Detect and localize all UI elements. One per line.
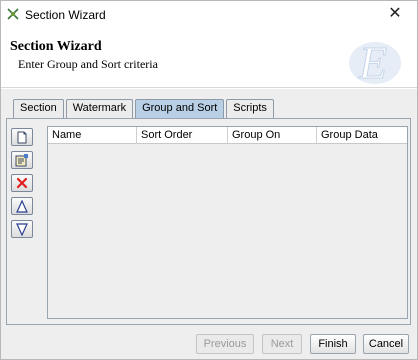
wizard-subtitle: Enter Group and Sort criteria — [18, 57, 158, 71]
tab-watermark[interactable]: Watermark — [65, 99, 134, 118]
wizard-header: Section Wizard Enter Group and Sort crit… — [1, 30, 417, 89]
move-down-button[interactable] — [11, 220, 33, 238]
move-up-button[interactable] — [11, 197, 33, 215]
column-header-group-data[interactable]: Group Data — [317, 127, 407, 144]
wizard-title: Section Wizard — [10, 39, 102, 54]
column-header-sort-order[interactable]: Sort Order — [137, 127, 228, 144]
column-header-group-on[interactable]: Group On — [228, 127, 317, 144]
tab-section[interactable]: Section — [13, 99, 64, 118]
new-item-button[interactable] — [11, 128, 33, 146]
column-header-name[interactable]: Name — [48, 127, 137, 144]
tab-bar: Section Watermark Group and Sort Scripts — [13, 99, 276, 118]
move-down-icon — [16, 222, 28, 236]
delete-button[interactable] — [11, 174, 33, 192]
finish-button[interactable]: Finish — [310, 334, 356, 354]
title-bar: Section Wizard ✕ — [1, 1, 417, 29]
section-wizard-window: Section Wizard ✕ Section Wizard Enter Gr… — [0, 0, 418, 360]
table-header: Name Sort Order Group On Group Data — [48, 127, 407, 144]
wizard-body: Section Watermark Group and Sort Scripts — [1, 89, 417, 359]
next-button[interactable]: Next — [262, 334, 302, 354]
delete-icon — [16, 177, 28, 189]
group-sort-table[interactable]: Name Sort Order Group On Group Data — [47, 126, 408, 319]
wizard-logo-letter: E — [358, 37, 387, 88]
properties-button[interactable] — [11, 151, 33, 169]
window-title: Section Wizard — [25, 8, 106, 22]
previous-button[interactable]: Previous — [196, 334, 254, 354]
close-button[interactable]: ✕ — [373, 1, 417, 29]
new-icon — [16, 131, 28, 144]
properties-icon — [15, 153, 29, 167]
cancel-button[interactable]: Cancel — [363, 334, 409, 354]
move-up-icon — [16, 199, 28, 213]
app-icon — [7, 8, 19, 20]
tab-group-and-sort[interactable]: Group and Sort — [135, 99, 225, 118]
wizard-logo: E — [341, 34, 403, 89]
tab-scripts[interactable]: Scripts — [226, 99, 274, 118]
